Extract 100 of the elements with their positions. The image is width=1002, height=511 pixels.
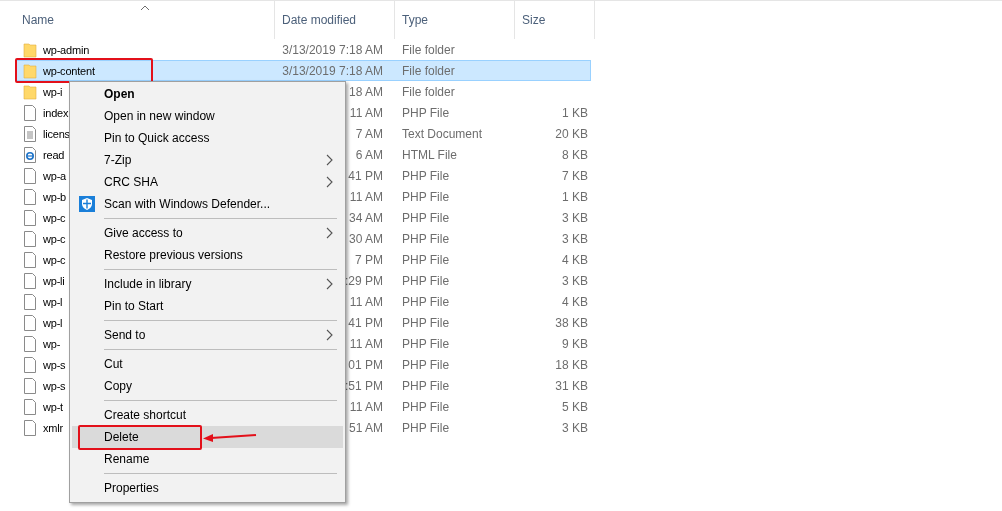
- file-name[interactable]: wp-b: [43, 190, 67, 203]
- menu-item[interactable]: CRC SHA: [72, 171, 343, 193]
- document-icon: [23, 377, 37, 394]
- menu-item[interactable]: Cut: [72, 353, 343, 375]
- folder-icon: [23, 62, 37, 79]
- file-name[interactable]: xmlr: [43, 421, 63, 434]
- file-name[interactable]: wp-: [43, 337, 61, 350]
- file-type: PHP File: [401, 189, 451, 204]
- file-size: 38 KB: [554, 315, 588, 330]
- chevron-right-icon: [326, 227, 333, 239]
- file-name[interactable]: wp-c: [43, 253, 66, 266]
- document-icon: [23, 419, 37, 436]
- menu-item[interactable]: Include in library: [72, 273, 343, 295]
- date-modified: 11 AM: [349, 189, 384, 204]
- menu-item[interactable]: Create shortcut: [72, 404, 343, 426]
- file-size: 4 KB: [561, 294, 588, 309]
- menu-item[interactable]: Copy: [72, 375, 343, 397]
- file-type: File folder: [401, 42, 456, 57]
- menu-item[interactable]: Give access to: [72, 222, 343, 244]
- file-name[interactable]: wp-t: [43, 400, 63, 413]
- file-size: 9 KB: [561, 336, 588, 351]
- document-icon: [23, 209, 37, 226]
- date-modified: 18 AM: [348, 84, 384, 99]
- file-type: PHP File: [401, 252, 451, 267]
- file-name[interactable]: licens: [43, 127, 70, 140]
- file-name[interactable]: wp-i: [43, 85, 63, 98]
- file-name[interactable]: read: [43, 148, 65, 161]
- file-type: File folder: [401, 84, 456, 99]
- file-size: 3 KB: [561, 273, 588, 288]
- date-modified: 11 AM: [349, 399, 384, 414]
- document-icon: [23, 293, 37, 310]
- file-name[interactable]: wp-admin: [43, 43, 90, 56]
- file-name[interactable]: index: [43, 106, 69, 119]
- document-icon: [23, 104, 37, 121]
- file-size: 8 KB: [561, 147, 588, 162]
- file-name[interactable]: wp-content: [43, 64, 95, 77]
- file-type: HTML File: [401, 147, 458, 162]
- date-modified: 51 AM: [348, 420, 384, 435]
- menu-item[interactable]: Pin to Quick access: [72, 127, 343, 149]
- date-modified: 11 AM: [349, 336, 384, 351]
- date-modified: 11 AM: [349, 294, 384, 309]
- file-size: 3 KB: [561, 210, 588, 225]
- file-size: 7 KB: [561, 168, 588, 183]
- file-type: PHP File: [401, 378, 451, 393]
- date-modified: 7 PM: [355, 252, 384, 267]
- document-icon: [23, 314, 37, 331]
- column-header[interactable]: Name: [22, 13, 54, 27]
- document-icon: [23, 272, 37, 289]
- menu-item[interactable]: Restore previous versions: [72, 244, 343, 266]
- column-header[interactable]: Size: [522, 13, 546, 27]
- selected-row[interactable]: wp-content 3/13/2019 7:18 AM File folder: [16, 60, 591, 81]
- menu-item[interactable]: Scan with Windows Defender...: [72, 193, 343, 215]
- document-icon: [23, 251, 37, 268]
- file-name[interactable]: wp-c: [43, 211, 66, 224]
- file-size: 5 KB: [561, 399, 588, 414]
- menu-item[interactable]: 7-Zip: [72, 149, 343, 171]
- date-modified: 3/13/2019 7:18 AM: [282, 42, 384, 57]
- file-size: 18 KB: [554, 357, 588, 372]
- file-type: PHP File: [401, 105, 451, 120]
- file-size: 3 KB: [561, 420, 588, 435]
- document-icon: [23, 230, 37, 247]
- file-type: PHP File: [401, 357, 451, 372]
- document-icon: [23, 167, 37, 184]
- date-modified: 41 PM: [348, 168, 384, 183]
- annotation-arrow: [203, 432, 257, 442]
- file-name[interactable]: wp-c: [43, 232, 66, 245]
- file-type: PHP File: [401, 231, 451, 246]
- file-name[interactable]: wp-l: [43, 316, 63, 329]
- file-type: PHP File: [401, 294, 451, 309]
- file-size: 3 KB: [561, 231, 588, 246]
- file-type: PHP File: [401, 273, 451, 288]
- date-modified: :51 PM: [345, 378, 384, 393]
- file-type: File folder: [401, 63, 456, 78]
- column-header[interactable]: Type: [402, 13, 428, 27]
- date-modified: 01 PM: [348, 357, 384, 372]
- date-modified: 34 AM: [348, 210, 384, 225]
- date-modified: 7 AM: [355, 126, 384, 141]
- date-modified: 41 PM: [348, 315, 384, 330]
- file-name[interactable]: wp-li: [43, 274, 65, 287]
- file-size: 1 KB: [561, 105, 588, 120]
- file-size: 20 KB: [554, 126, 588, 141]
- menu-item[interactable]: Send to: [72, 324, 343, 346]
- date-modified: 3/13/2019 7:18 AM: [282, 63, 384, 78]
- menu-item[interactable]: Properties: [72, 477, 343, 499]
- menu-item[interactable]: Rename: [72, 448, 343, 470]
- chevron-right-icon: [326, 176, 333, 188]
- file-name[interactable]: wp-s: [43, 358, 66, 371]
- menu-item[interactable]: Delete: [72, 426, 343, 448]
- file-name[interactable]: wp-a: [43, 169, 67, 182]
- menu-item[interactable]: Open: [72, 83, 343, 105]
- file-name[interactable]: wp-s: [43, 379, 66, 392]
- document-icon: [23, 398, 37, 415]
- menu-item[interactable]: Open in new window: [72, 105, 343, 127]
- file-type: PHP File: [401, 336, 451, 351]
- column-header[interactable]: Date modified: [282, 13, 357, 27]
- document-icon: [23, 335, 37, 352]
- chevron-right-icon: [326, 278, 333, 290]
- menu-item[interactable]: Pin to Start: [72, 295, 343, 317]
- file-type: PHP File: [401, 168, 451, 183]
- file-name[interactable]: wp-l: [43, 295, 63, 308]
